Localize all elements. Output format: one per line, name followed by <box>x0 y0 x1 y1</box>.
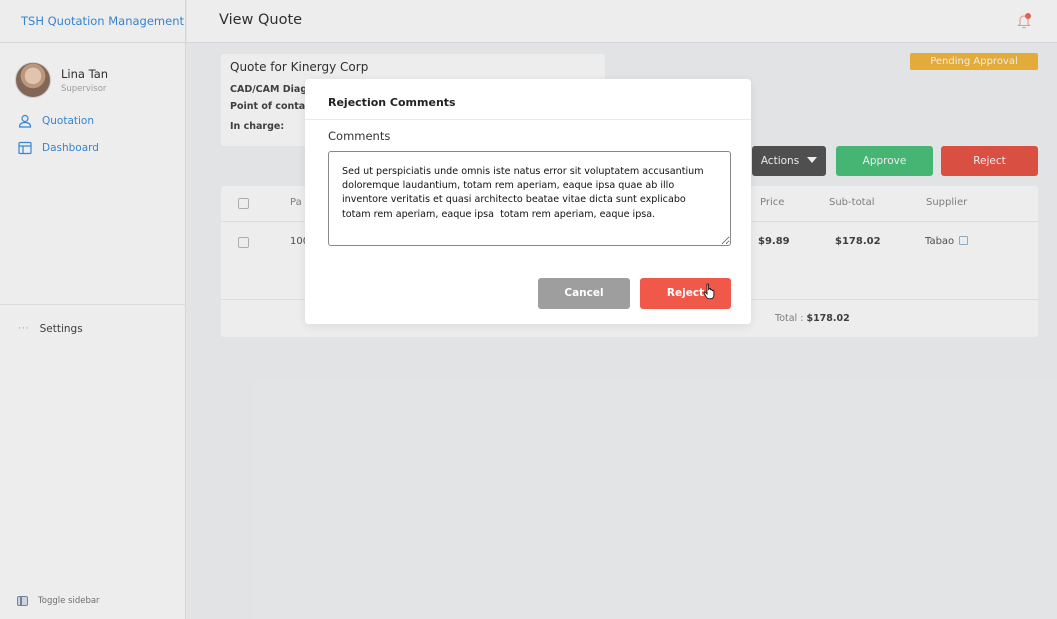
hand-pointer-icon <box>703 283 715 300</box>
dialog-divider <box>305 119 751 120</box>
cancel-button[interactable]: Cancel <box>538 278 630 309</box>
dialog-title: Rejection Comments <box>328 96 456 109</box>
comments-textarea[interactable]: Sed ut perspiciatis unde omnis iste natu… <box>328 151 731 246</box>
comments-label: Comments <box>328 129 391 143</box>
confirm-reject-button[interactable]: Reject <box>640 278 731 309</box>
rejection-comments-dialog: Rejection Comments Comments Sed ut persp… <box>305 79 751 324</box>
